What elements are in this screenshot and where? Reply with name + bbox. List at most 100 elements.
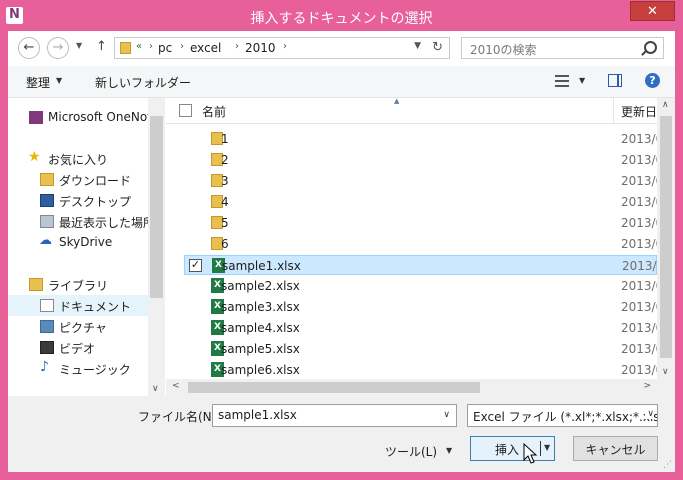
select-all-checkbox[interactable] — [179, 104, 192, 117]
scrollbar-corner — [657, 379, 675, 396]
back-button[interactable]: ← — [18, 37, 40, 59]
desktop-icon — [40, 194, 54, 207]
nav-item-onenote[interactable]: Microsoft OneNote — [8, 107, 148, 128]
filetype-select[interactable]: Excel ファイル (*.xl*;*.xlsx;*.xlsm ∨ — [467, 404, 658, 427]
refresh-icon[interactable]: ↻ — [432, 40, 443, 55]
recent-locations-dropdown-icon[interactable]: ▼ — [76, 41, 82, 50]
organize-button[interactable]: 整理 — [26, 74, 50, 91]
scroll-down-icon[interactable]: ∨ — [152, 384, 159, 394]
nav-scrollbar[interactable]: ∨ — [148, 98, 165, 396]
column-header: 名前 ▲ 更新日時 — [166, 97, 669, 124]
view-options-icon[interactable] — [555, 75, 569, 87]
nav-item-downloads[interactable]: ダウンロード — [8, 169, 148, 190]
insert-button[interactable]: 挿入 ▼ — [470, 436, 555, 461]
preview-pane-icon[interactable] — [608, 74, 622, 87]
address-bar[interactable]: « › pc › excel › 2010 › ▼ ↻ — [114, 37, 450, 59]
videos-icon — [40, 341, 54, 354]
nav-item-favorites[interactable]: ★ お気に入り — [8, 148, 148, 169]
search-icon[interactable] — [644, 41, 657, 54]
file-row-selected[interactable]: ✓ X sample1.xlsx 2013/0 — [184, 255, 657, 275]
nav-item-recent-places[interactable]: 最近表示した場所 — [8, 211, 148, 232]
breadcrumb-overflow[interactable]: « — [136, 41, 142, 52]
cancel-button-label: キャンセル — [585, 443, 646, 457]
column-divider[interactable] — [613, 98, 614, 123]
title-bar[interactable]: 挿入するドキュメントの選択 ✕ — [0, 0, 683, 33]
nav-item-videos[interactable]: ビデオ — [8, 337, 148, 358]
scroll-down-icon[interactable]: ∨ — [662, 367, 669, 377]
row-checkbox[interactable]: ✓ — [189, 259, 202, 272]
nav-item-pictures[interactable]: ピクチャ — [8, 316, 148, 337]
insert-options-dropdown-icon[interactable]: ▼ — [544, 443, 550, 452]
scroll-up-icon[interactable]: ∧ — [662, 100, 669, 110]
breadcrumb-item[interactable]: pc — [158, 41, 172, 55]
file-row[interactable]: X sample3.xlsx 2013/0 — [184, 297, 657, 317]
chevron-down-icon[interactable]: ▼ — [446, 446, 452, 455]
folder-icon — [120, 42, 131, 54]
nav-item-label: ピクチャ — [59, 321, 107, 335]
nav-item-skydrive[interactable]: ☁ SkyDrive — [8, 232, 148, 253]
up-arrow-icon[interactable]: ↑ — [96, 39, 107, 54]
nav-item-label: デスクトップ — [59, 195, 132, 209]
documents-icon — [40, 299, 54, 312]
search-input[interactable]: 2010の検索 — [461, 37, 664, 59]
file-date: 2013/0 — [621, 195, 657, 209]
scroll-thumb[interactable] — [660, 116, 672, 358]
file-row[interactable]: 2 2013/0 — [184, 150, 657, 170]
address-dropdown-icon[interactable]: ▼ — [414, 41, 421, 51]
filename-label: ファイル名(N): — [138, 410, 221, 424]
nav-item-libraries[interactable]: ライブラリ — [8, 274, 148, 295]
chevron-down-icon[interactable]: ▼ — [56, 76, 62, 85]
nav-item-desktop[interactable]: デスクトップ — [8, 190, 148, 211]
library-icon — [29, 278, 43, 291]
chevron-down-icon[interactable]: ∨ — [645, 409, 654, 419]
tools-button[interactable]: ツール(L) — [385, 443, 437, 460]
address-row: ← → ▼ ↑ « › pc › excel › 2010 › ▼ ↻ 2010… — [8, 31, 675, 66]
file-row[interactable]: 1 2013/0 — [184, 129, 657, 149]
file-row[interactable]: 4 2013/0 — [184, 192, 657, 212]
file-name: 6 — [221, 237, 229, 251]
nav-item-music[interactable]: ♪ ミュージック — [8, 358, 148, 379]
file-name: 3 — [221, 174, 229, 188]
file-date: 2013/0 — [621, 216, 657, 230]
file-row[interactable]: 5 2013/0 — [184, 213, 657, 233]
music-icon: ♪ — [40, 359, 49, 375]
close-button[interactable]: ✕ — [630, 1, 675, 21]
help-icon[interactable]: ? — [645, 73, 660, 88]
file-name: 2 — [221, 153, 229, 167]
file-name: sample2.xlsx — [221, 279, 300, 293]
filename-value[interactable]: sample1.xlsx — [218, 408, 297, 422]
nav-item-documents[interactable]: ドキュメント — [8, 295, 148, 316]
file-row[interactable]: X sample4.xlsx 2013/0 — [184, 318, 657, 338]
scroll-right-icon[interactable]: > — [643, 381, 651, 391]
breadcrumb-item[interactable]: 2010 — [245, 41, 276, 55]
nav-item-label: 最近表示した場所 — [59, 216, 148, 230]
nav-item-label: Microsoft OneNote — [48, 110, 148, 124]
file-row[interactable]: 6 2013/0 — [184, 234, 657, 254]
file-list-horizontal-scrollbar[interactable]: < > — [166, 379, 657, 396]
nav-item-label: お気に入り — [48, 153, 109, 167]
scroll-thumb[interactable] — [188, 382, 480, 393]
file-list-vertical-scrollbar[interactable]: ∧ ∨ — [657, 98, 675, 379]
filename-combobox[interactable]: sample1.xlsx ∨ — [212, 404, 457, 427]
onenote-icon — [29, 111, 43, 124]
forward-button[interactable]: → — [47, 37, 69, 59]
file-row[interactable]: X sample5.xlsx 2013/0 — [184, 339, 657, 359]
chevron-down-icon[interactable]: ∨ — [443, 410, 450, 420]
filetype-value: Excel ファイル (*.xl*;*.xlsx;*.xlsm — [473, 410, 658, 424]
file-row[interactable]: X sample6.xlsx 2013/0 — [184, 360, 657, 378]
skydrive-icon: ☁ — [39, 233, 52, 248]
column-header-name[interactable]: 名前 — [202, 103, 226, 120]
chevron-down-icon[interactable]: ▼ — [579, 76, 585, 85]
nav-item-label: ミュージック — [59, 363, 131, 377]
file-row[interactable]: 3 2013/0 — [184, 171, 657, 191]
new-folder-button[interactable]: 新しいフォルダー — [95, 74, 191, 91]
scroll-left-icon[interactable]: < — [172, 381, 180, 391]
star-icon: ★ — [28, 149, 41, 165]
breadcrumb-item[interactable]: excel — [190, 41, 221, 55]
cancel-button[interactable]: キャンセル — [573, 436, 658, 461]
nav-scroll-thumb[interactable] — [150, 116, 163, 298]
file-date: 2013/0 — [621, 279, 657, 293]
resize-grip-icon[interactable]: ⋰ — [663, 460, 672, 470]
file-row[interactable]: X sample2.xlsx 2013/0 — [184, 276, 657, 296]
file-date: 2013/0 — [621, 300, 657, 314]
